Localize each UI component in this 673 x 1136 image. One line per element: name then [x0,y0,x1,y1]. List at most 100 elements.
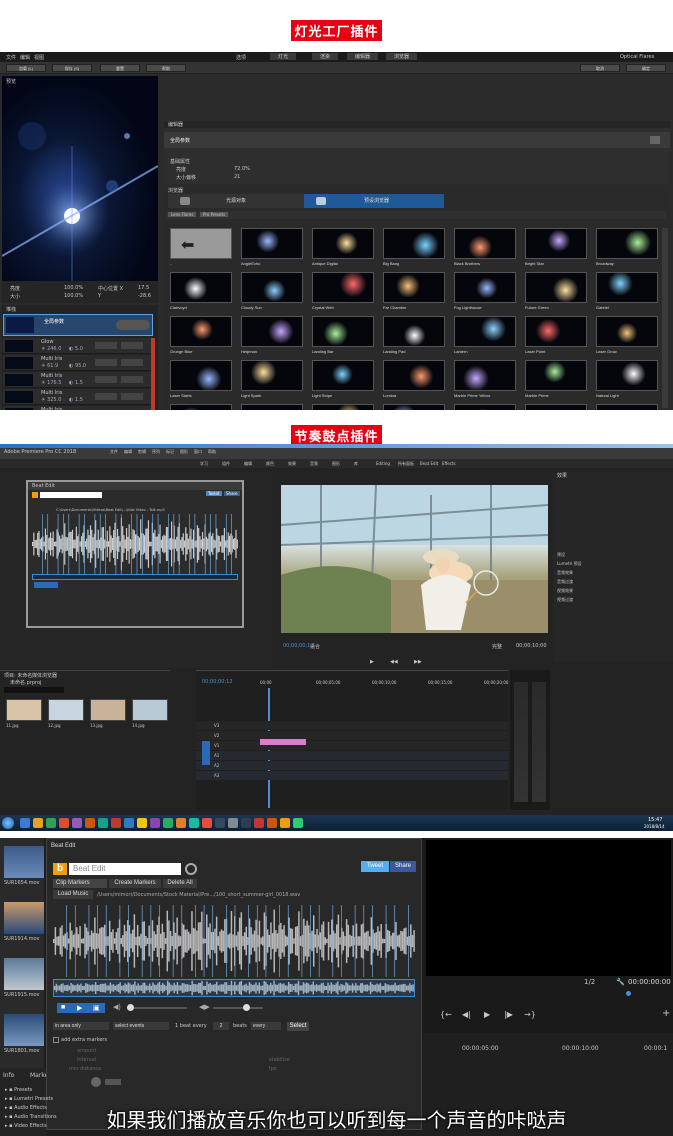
cancel-button[interactable]: 取消 [580,64,620,72]
taskbar-app-icon[interactable] [254,818,264,828]
preset-thumb[interactable] [454,360,516,391]
stack-item-alt[interactable]: ◐ 1.5 [69,397,83,403]
stat-posy-value[interactable]: -28.6 [138,293,151,299]
preset-thumb[interactable] [241,404,303,410]
mode-browser[interactable]: 浏览器 [386,53,418,60]
preset-thumb[interactable] [170,272,232,303]
tweet-button[interactable]: Tweet [361,861,389,872]
workspace-tab[interactable]: Beat Edit [420,461,438,466]
workspace-tab[interactable]: Editing [376,461,390,466]
taskbar-app-icon[interactable] [20,818,30,828]
tab-media-browser[interactable]: 媒体浏览器 [32,672,57,679]
taskbar-app-icon[interactable] [33,818,43,828]
add-markers-checkbox[interactable] [53,1037,59,1043]
preset-thumb[interactable] [241,228,303,259]
load-music-button[interactable]: Load Music [53,890,93,899]
stack-item-alt[interactable]: ◐ 95.0 [69,363,86,369]
sequence-timecode[interactable]: 00;00;00;12 [202,679,233,685]
menu-item[interactable]: 剪辑 [138,449,146,455]
crumb-pro-presets[interactable]: Pro Presets [200,212,229,217]
program-quality[interactable]: 完整 [492,643,502,650]
program-ratio[interactable]: 1/2 [584,978,595,986]
beat-edit-small-window[interactable]: Beat Edit Tweet Share C:\Users\Documents… [26,480,244,628]
mode-lights[interactable]: 灯光 [270,53,297,60]
toggle-track[interactable] [105,1079,121,1085]
workspace-tab[interactable]: 编辑 [244,461,252,467]
beat-name-field[interactable] [40,492,102,498]
effect-folder[interactable]: ▸ ▪ Lumetri Presets [5,1096,53,1102]
stack-mode-button[interactable] [121,376,143,383]
share-button[interactable]: Share [390,861,416,872]
taskbar-app-icon[interactable] [98,818,108,828]
stack-item-value[interactable]: ☀ 61.9 [41,363,58,369]
event-select[interactable]: select events [113,1022,169,1030]
taskbar-app-icon[interactable] [293,818,303,828]
bin-thumb[interactable] [48,699,84,721]
start-icon[interactable] [2,817,14,829]
track-label[interactable]: A3 [214,773,219,778]
preset-thumb[interactable] [383,404,445,410]
menu-item[interactable]: 序列 [152,449,160,455]
editor-offset-value[interactable]: 21 [234,174,240,180]
stack-row[interactable]: Multi Iris☀ 375.0◐ 1.5 [3,406,153,410]
taskbar-app-icon[interactable] [241,818,251,828]
taskbar-app-icon[interactable] [111,818,121,828]
stat-size-value[interactable]: 100.0% [64,293,83,299]
transport-bar[interactable]: ■ ▶ ▣ [57,1003,105,1013]
preset-thumb[interactable] [596,228,658,259]
track-label[interactable]: V2 [214,733,219,738]
bin-thumb[interactable] [132,699,168,721]
waveform-overview[interactable] [53,979,415,997]
effects-item[interactable]: 视频过渡 [557,597,573,603]
taskbar-app-icon[interactable] [163,818,173,828]
tab-preset-browser[interactable]: 预设浏览器 [304,194,444,208]
select-button[interactable]: Select [287,1022,309,1031]
volume-slider[interactable] [127,1007,187,1009]
share-button[interactable]: Share [224,491,240,496]
menu-edit[interactable]: 编辑 [20,54,30,61]
name-field[interactable]: Beat Edit [69,863,181,875]
stack-item-alt[interactable]: ◐ 5.0 [69,346,83,352]
range-select[interactable]: in area only [53,1022,109,1030]
mode-options[interactable]: 选项 [236,54,246,61]
preset-thumb[interactable] [312,316,374,347]
flare-preview[interactable]: 预览 [2,76,158,281]
stack-mode-button[interactable] [121,342,143,349]
stack-toggle-button[interactable] [95,342,117,349]
project-search[interactable] [4,687,64,693]
stat-brightness-value[interactable]: 100.0% [64,285,83,291]
play-icon[interactable]: ▶ [77,1004,82,1012]
taskbar-app-icon[interactable] [59,818,69,828]
taskbar-app-icon[interactable] [137,818,147,828]
preset-thumb[interactable] [383,316,445,347]
workspace-tab[interactable]: 效果 [288,461,296,467]
menu-item[interactable]: 窗口 [194,449,202,455]
stack-item-value[interactable]: ☀ 325.0 [41,397,61,403]
help-button[interactable]: 帮助 [146,64,186,72]
delete-all-button[interactable]: Delete All [163,879,197,888]
workspace-tab[interactable]: 组件 [222,461,230,467]
workspace-tab[interactable]: Effects [442,461,456,466]
preset-thumb[interactable] [312,272,374,303]
stat-posx-value[interactable]: 17.5 [138,285,149,291]
preset-thumb[interactable] [312,360,374,391]
preset-thumb[interactable] [170,316,232,347]
preset-thumb[interactable] [383,360,445,391]
preset-thumb[interactable] [454,272,516,303]
mode-render[interactable]: 渲染 [312,53,339,60]
taskbar-app-icon[interactable] [228,818,238,828]
preset-thumb[interactable]: ⬅ [170,228,232,259]
global-params-row[interactable]: 全局参数 [3,314,153,336]
preset-thumb[interactable] [241,272,303,303]
global-toggle-button[interactable] [116,320,150,330]
editor-brightness-value[interactable]: 72.0% [234,166,250,172]
beat-waveform[interactable] [32,514,238,574]
taskbar-app-icon[interactable] [124,818,134,828]
preset-thumb[interactable] [383,272,445,303]
stack-row[interactable]: Multi Iris ☀ 176.5 ◐ 1.5 [3,372,153,388]
mode-editor[interactable]: 编辑器 [347,53,379,60]
taskbar-app-icon[interactable] [267,818,277,828]
bin-thumb[interactable] [90,699,126,721]
wrench-icon[interactable]: 🔧 [616,978,625,986]
preset-thumb[interactable] [596,360,658,391]
